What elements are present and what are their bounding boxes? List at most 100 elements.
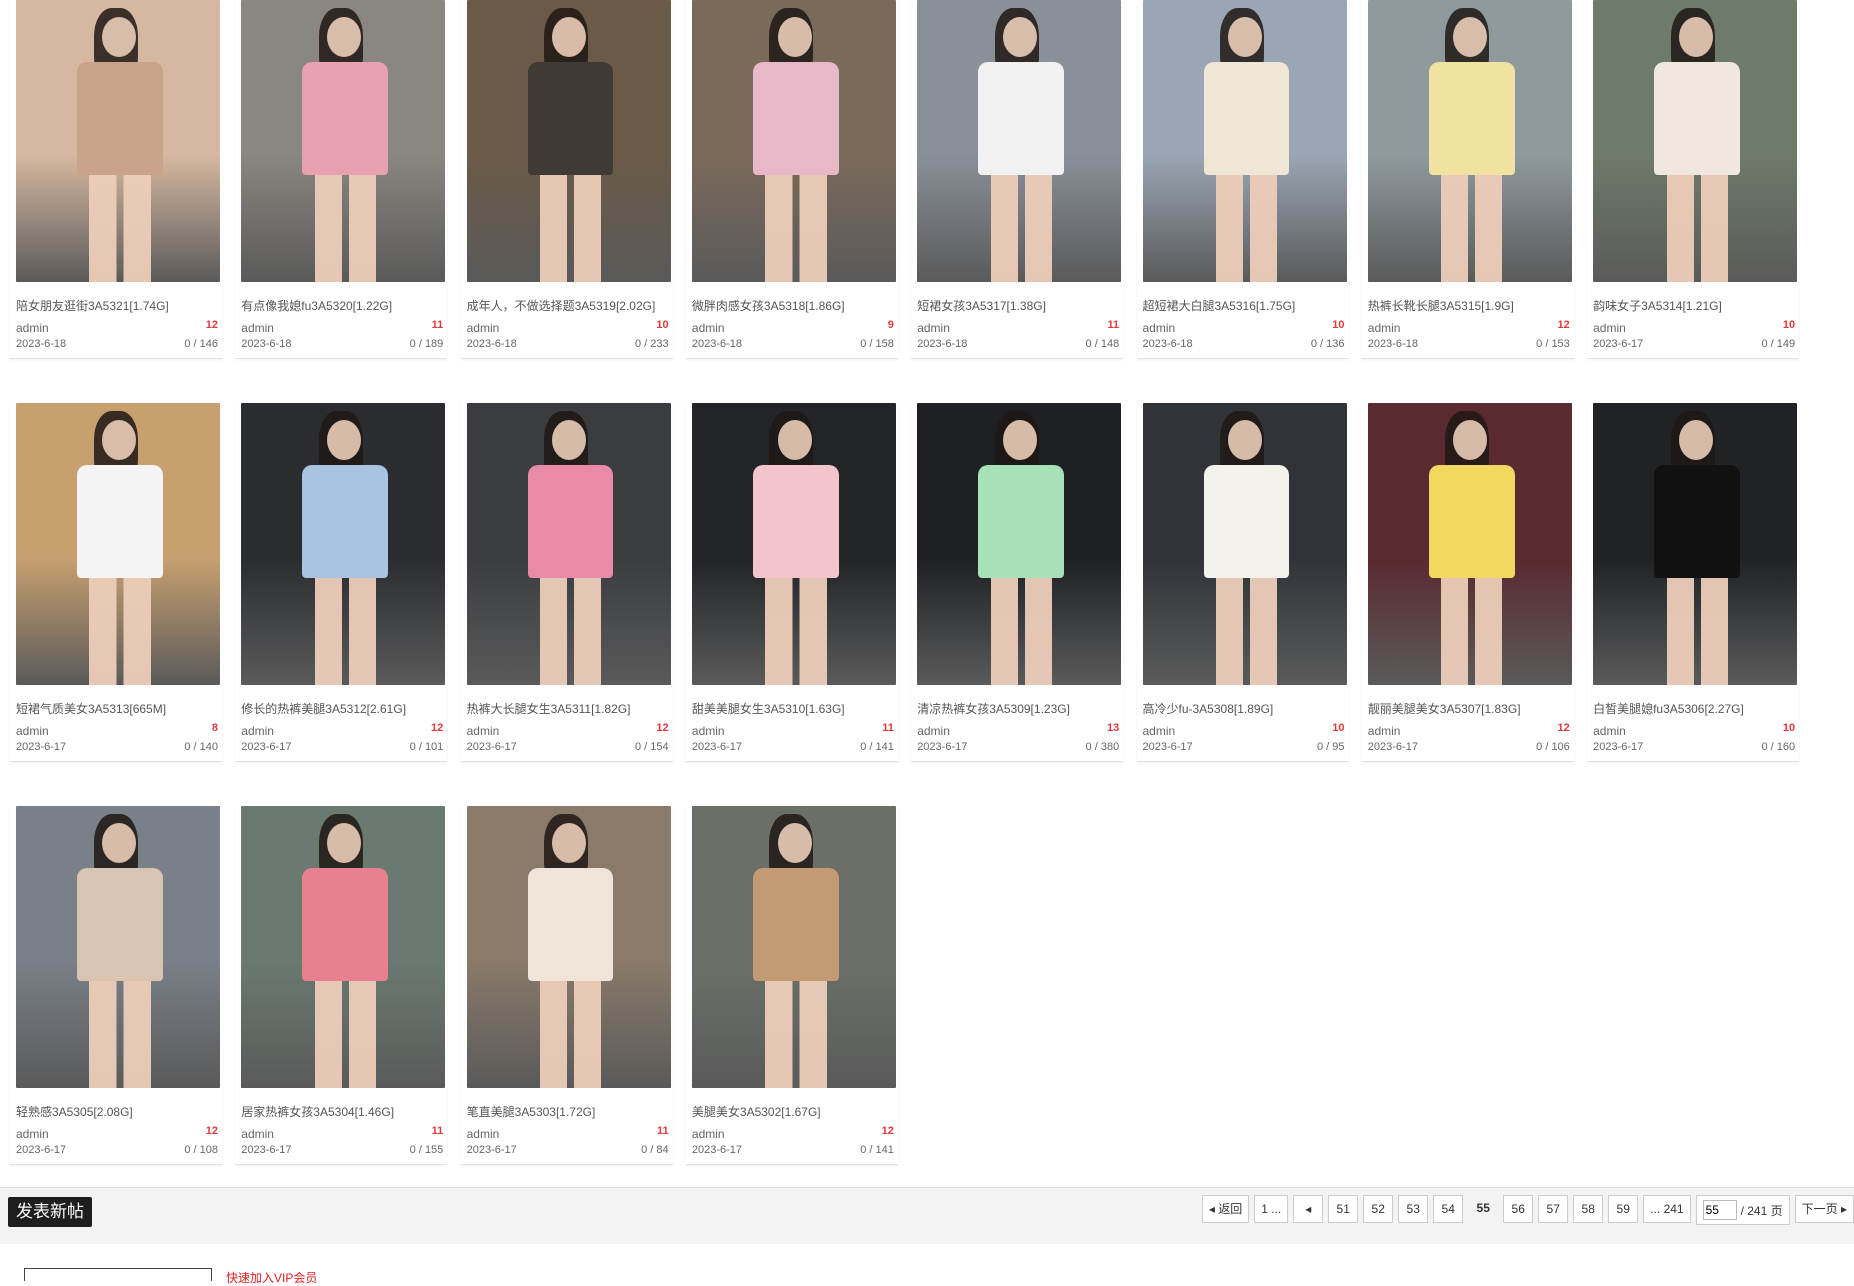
post-title[interactable]: 短裙气质美女3A5313[665M] xyxy=(16,700,222,717)
post-title[interactable]: 甜美美腿女生3A5310[1.63G] xyxy=(692,700,898,717)
next-page-button[interactable]: 下一页 ▸ xyxy=(1794,1195,1854,1223)
post-title[interactable]: 居家热裤女孩3A5304[1.46G] xyxy=(241,1103,447,1120)
footer-vip-link[interactable]: 快速加入VIP会员 xyxy=(226,1269,317,1286)
post-thumbnail[interactable] xyxy=(917,0,1122,282)
prev-page-button[interactable]: ◂ xyxy=(1293,1195,1324,1223)
page-51[interactable]: 51 xyxy=(1328,1195,1359,1223)
post-card[interactable]: 陪女朋友逛街3A5321[1.74G] admin 12 2023-6-18 0 / 1… xyxy=(10,0,222,359)
post-author[interactable]: admin xyxy=(16,724,49,738)
post-author[interactable]: admin xyxy=(692,321,725,335)
post-title[interactable]: 轻熟感3A5305[2.08G] xyxy=(16,1103,222,1120)
post-thumbnail[interactable] xyxy=(1367,0,1572,282)
post-thumbnail[interactable] xyxy=(16,806,220,1088)
post-card[interactable]: 高冷少fu-3A5308[1.89G] admin 10 2023-6-17 0 / 9… xyxy=(1136,403,1349,762)
post-title[interactable]: 热裤长靴长腿3A5315[1.9G] xyxy=(1368,297,1574,314)
post-title[interactable]: 美腿美女3A5302[1.67G] xyxy=(692,1103,898,1120)
post-author[interactable]: admin xyxy=(1143,321,1176,335)
post-title[interactable]: 高冷少fu-3A5308[1.89G] xyxy=(1143,700,1349,717)
post-thumbnail[interactable] xyxy=(1367,403,1572,685)
post-thumbnail[interactable] xyxy=(1593,0,1798,282)
figure-legs xyxy=(1215,577,1278,685)
post-thumbnail[interactable] xyxy=(1142,0,1347,282)
post-title[interactable]: 修长的热裤美腿3A5312[2.61G] xyxy=(241,700,447,717)
post-thumbnail[interactable] xyxy=(466,806,671,1088)
page-56[interactable]: 56 xyxy=(1503,1195,1534,1223)
post-title[interactable]: 靓丽美腿美女3A5307[1.83G] xyxy=(1368,700,1574,717)
post-thumbnail[interactable] xyxy=(466,403,671,685)
post-title[interactable]: 清凉热裤女孩3A5309[1.23G] xyxy=(917,700,1123,717)
post-thumbnail[interactable] xyxy=(691,403,896,685)
post-thumbnail[interactable] xyxy=(917,403,1122,685)
post-thumbnail[interactable] xyxy=(1593,403,1798,685)
post-author[interactable]: admin xyxy=(917,321,950,335)
post-author[interactable]: admin xyxy=(692,724,725,738)
page-52[interactable]: 52 xyxy=(1363,1195,1394,1223)
post-author[interactable]: admin xyxy=(16,321,49,335)
page-jump-input[interactable] xyxy=(1702,1200,1737,1220)
post-title[interactable]: 白皙美腿媳fu3A5306[2.27G] xyxy=(1593,700,1799,717)
post-card[interactable]: 笔直美腿3A5303[1.72G] admin 11 2023-6-17 0 / 84 xyxy=(460,806,673,1165)
post-thumbnail[interactable] xyxy=(691,0,896,282)
post-author[interactable]: admin xyxy=(467,724,500,738)
page-54[interactable]: 54 xyxy=(1433,1195,1464,1223)
post-thumbnail[interactable] xyxy=(691,806,896,1088)
post-card[interactable]: 居家热裤女孩3A5304[1.46G] admin 11 2023-6-17 0 / 1… xyxy=(235,806,448,1165)
post-author[interactable]: admin xyxy=(1593,724,1626,738)
post-thumbnail[interactable] xyxy=(241,806,446,1088)
post-title[interactable]: 成年人，不做选择题3A5319[2.02G] xyxy=(467,297,673,314)
post-card[interactable]: 短裙气质美女3A5313[665M] admin 8 2023-6-17 0 / 140 xyxy=(10,403,222,762)
post-thumbnail[interactable] xyxy=(16,403,220,685)
post-image-count: 12 xyxy=(656,722,669,734)
post-author[interactable]: admin xyxy=(467,1127,500,1141)
post-title[interactable]: 超短裙大白腿3A5316[1.75G] xyxy=(1143,297,1349,314)
post-card[interactable]: 靓丽美腿美女3A5307[1.83G] admin 12 2023-6-17 0 / 1… xyxy=(1361,403,1574,762)
post-card[interactable]: 轻熟感3A5305[2.08G] admin 12 2023-6-17 0 / 108 xyxy=(10,806,222,1165)
page-53[interactable]: 53 xyxy=(1398,1195,1429,1223)
post-title[interactable]: 热裤大长腿女生3A5311[1.82G] xyxy=(467,700,673,717)
post-thumbnail[interactable] xyxy=(241,403,446,685)
post-thumbnail[interactable] xyxy=(241,0,446,282)
page-57[interactable]: 57 xyxy=(1538,1195,1569,1223)
post-card[interactable]: 美腿美女3A5302[1.67G] admin 12 2023-6-17 0 / 141 xyxy=(685,806,898,1165)
post-author[interactable]: admin xyxy=(917,724,950,738)
post-card[interactable]: 超短裙大白腿3A5316[1.75G] admin 10 2023-6-18 0 / 1… xyxy=(1136,0,1349,359)
post-card[interactable]: 微胖肉感女孩3A5318[1.86G] admin 9 2023-6-18 0 / 15… xyxy=(685,0,898,359)
post-card[interactable]: 成年人，不做选择题3A5319[2.02G] admin 10 2023-6-18 0 … xyxy=(460,0,673,359)
post-title[interactable]: 有点像我媳fu3A5320[1.22G] xyxy=(241,297,447,314)
post-thumbnail[interactable] xyxy=(1142,403,1347,685)
last-page-button[interactable]: ... 241 xyxy=(1643,1195,1691,1223)
post-card[interactable]: 甜美美腿女生3A5310[1.63G] admin 11 2023-6-17 0 / 1… xyxy=(685,403,898,762)
post-card[interactable]: 韵味女子3A5314[1.21G] admin 10 2023-6-17 0 / 149 xyxy=(1587,0,1800,359)
post-author[interactable]: admin xyxy=(241,321,274,335)
back-button[interactable]: ◂ 返回 xyxy=(1201,1195,1250,1223)
post-title[interactable]: 陪女朋友逛街3A5321[1.74G] xyxy=(16,297,222,314)
post-author[interactable]: admin xyxy=(467,321,500,335)
post-title[interactable]: 笔直美腿3A5303[1.72G] xyxy=(467,1103,673,1120)
post-date: 2023-6-17 xyxy=(1593,338,1644,350)
post-author[interactable]: admin xyxy=(692,1127,725,1141)
post-title[interactable]: 微胖肉感女孩3A5318[1.86G] xyxy=(692,297,898,314)
post-card[interactable]: 有点像我媳fu3A5320[1.22G] admin 11 2023-6-18 0 / … xyxy=(235,0,448,359)
post-title[interactable]: 短裙女孩3A5317[1.38G] xyxy=(917,297,1123,314)
post-card[interactable]: 清凉热裤女孩3A5309[1.23G] admin 13 2023-6-17 0 / 3… xyxy=(911,403,1124,762)
post-card[interactable]: 热裤长靴长腿3A5315[1.9G] admin 12 2023-6-18 0 / 15… xyxy=(1361,0,1574,359)
page-59[interactable]: 59 xyxy=(1608,1195,1639,1223)
post-card[interactable]: 短裙女孩3A5317[1.38G] admin 11 2023-6-18 0 / 148 xyxy=(911,0,1124,359)
new-post-button[interactable]: 发表新帖 xyxy=(8,1197,92,1227)
post-author[interactable]: admin xyxy=(16,1127,49,1141)
post-author[interactable]: admin xyxy=(241,724,274,738)
post-thumbnail[interactable] xyxy=(16,0,220,282)
post-title[interactable]: 韵味女子3A5314[1.21G] xyxy=(1593,297,1799,314)
post-author[interactable]: admin xyxy=(1143,724,1176,738)
post-thumbnail[interactable] xyxy=(466,0,671,282)
post-author[interactable]: admin xyxy=(1368,724,1401,738)
post-author[interactable]: admin xyxy=(1593,321,1626,335)
post-card[interactable]: 热裤大长腿女生3A5311[1.82G] admin 12 2023-6-17 0 / … xyxy=(460,403,673,762)
post-reply-view-stats: 0 / 148 xyxy=(1085,338,1120,350)
post-card[interactable]: 修长的热裤美腿3A5312[2.61G] admin 12 2023-6-17 0 / … xyxy=(235,403,448,762)
post-author[interactable]: admin xyxy=(241,1127,274,1141)
page-58[interactable]: 58 xyxy=(1573,1195,1604,1223)
first-page-button[interactable]: 1 ... xyxy=(1254,1195,1289,1223)
post-card[interactable]: 白皙美腿媳fu3A5306[2.27G] admin 10 2023-6-17 0 / … xyxy=(1587,403,1800,762)
post-author[interactable]: admin xyxy=(1368,321,1401,335)
